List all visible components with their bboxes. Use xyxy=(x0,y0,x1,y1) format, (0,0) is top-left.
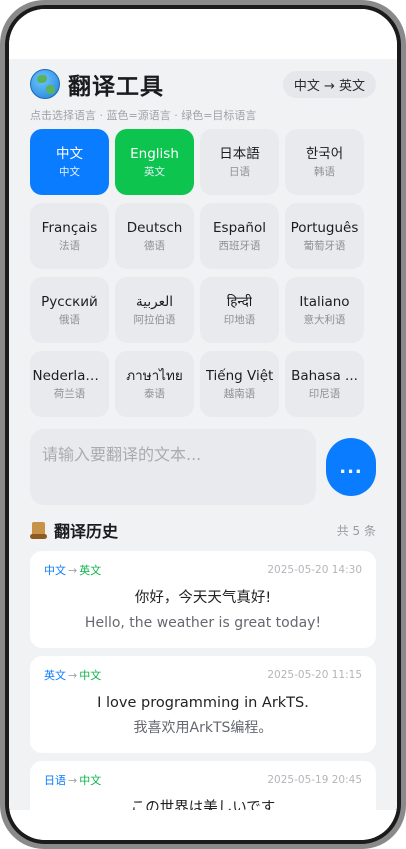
device-bezel: 翻译工具 中文 → 英文 点击选择语言 · 蓝色=源语言 · 绿色=目标语言 中… xyxy=(5,5,401,844)
language-chinese-name: 法语 xyxy=(59,240,80,252)
history-language-pair: 英文 → 中文 xyxy=(44,667,101,683)
language-card[interactable]: English 英文 xyxy=(115,129,194,195)
language-chinese-name: 葡萄牙语 xyxy=(303,240,346,252)
header: 翻译工具 中文 → 英文 xyxy=(30,59,376,109)
language-card[interactable]: 日本語 日语 xyxy=(200,129,279,195)
language-native-name: Español xyxy=(213,220,266,236)
language-native-name: English xyxy=(130,146,179,162)
language-hint: 点击选择语言 · 蓝色=源语言 · 绿色=目标语言 xyxy=(30,109,257,122)
history-original-text: 你好，今天天气真好! xyxy=(134,590,272,606)
history-meta: 中文 → 英文 2025-05-20 14:30 xyxy=(44,562,362,578)
status-bar-area xyxy=(9,9,397,59)
language-chinese-name: 中文 xyxy=(59,166,80,178)
history-list: 中文 → 英文 2025-05-20 14:30 你好，今天天气真好! Hello, th… xyxy=(30,551,376,815)
screen: 翻译工具 中文 → 英文 点击选择语言 · 蓝色=源语言 · 绿色=目标语言 中… xyxy=(9,9,397,840)
history-title: 翻译历史 xyxy=(54,522,119,541)
history-card[interactable]: 日语 → 中文 2025-05-19 20:45 この世界は美しいです xyxy=(30,761,376,815)
language-chinese-name: 俄语 xyxy=(59,314,80,326)
language-native-name: Tiếng Việt xyxy=(205,368,274,384)
language-chinese-name: 韩语 xyxy=(314,166,335,178)
history-timestamp: 2025-05-20 14:30 xyxy=(267,564,362,576)
language-chinese-name: 英文 xyxy=(144,166,165,178)
device-frame: 翻译工具 中文 → 英文 点击选择语言 · 蓝色=源语言 · 绿色=目标语言 中… xyxy=(0,0,406,849)
language-chinese-name: 西班牙语 xyxy=(218,240,261,252)
home-indicator-area xyxy=(9,810,397,840)
arrow-icon: → xyxy=(68,669,78,682)
language-chinese-name: 越南语 xyxy=(223,388,256,400)
language-card[interactable]: 한국어 韩语 xyxy=(285,129,364,195)
language-card[interactable]: Deutsch 德语 xyxy=(115,203,194,269)
history-meta: 英文 → 中文 2025-05-20 11:15 xyxy=(44,667,362,683)
language-native-name: Русский xyxy=(41,294,98,310)
language-native-name: 中文 xyxy=(56,146,83,162)
language-native-name: 한국어 xyxy=(305,146,344,162)
language-card[interactable]: हिन्दी 印地语 xyxy=(200,277,279,343)
language-card[interactable]: Français 法语 xyxy=(30,203,109,269)
history-language-pair: 日语 → 中文 xyxy=(44,772,101,788)
scroll-icon xyxy=(30,521,47,539)
language-chinese-name: 印地语 xyxy=(223,314,256,326)
page-title: 翻译工具 xyxy=(68,74,164,100)
arrow-icon: → xyxy=(68,774,78,787)
language-chinese-name: 印尼语 xyxy=(308,388,341,400)
history-translated-text: Hello, the weather is great today! xyxy=(84,615,322,631)
app-content: 翻译工具 中文 → 英文 点击选择语言 · 蓝色=源语言 · 绿色=目标语言 中… xyxy=(9,59,397,815)
history-source-lang: 英文 xyxy=(44,669,66,682)
history-source-lang: 中文 xyxy=(44,564,66,577)
history-target-lang: 中文 xyxy=(79,774,102,787)
scroll-icon-roll xyxy=(30,534,47,539)
language-native-name: ภาษาไทย xyxy=(126,368,183,384)
language-chinese-name: 阿拉伯语 xyxy=(133,314,176,326)
history-timestamp: 2025-05-19 20:45 xyxy=(267,774,362,786)
language-native-name: Italiano xyxy=(299,294,350,310)
history-count: 共 5 条 xyxy=(336,523,376,538)
language-card[interactable]: Português 葡萄牙语 xyxy=(285,203,364,269)
history-meta: 日语 → 中文 2025-05-19 20:45 xyxy=(44,772,362,788)
language-card[interactable]: Tiếng Việt 越南语 xyxy=(200,351,279,417)
history-translated-text: 我喜欢用ArkTS编程。 xyxy=(133,720,273,736)
language-card[interactable]: Русский 俄语 xyxy=(30,277,109,343)
language-card[interactable]: Nederlands 荷兰语 xyxy=(30,351,109,417)
language-native-name: العربية xyxy=(136,294,173,310)
history-header: 翻译历史 共 5 条 xyxy=(30,517,376,543)
arrow-icon: → xyxy=(68,564,78,577)
language-pair-badge[interactable]: 中文 → 英文 xyxy=(282,70,376,98)
history-original-text: I love programming in ArkTS. xyxy=(97,695,309,711)
language-chinese-name: 日语 xyxy=(229,166,250,178)
language-card[interactable]: Italiano 意大利语 xyxy=(285,277,364,343)
language-chinese-name: 泰语 xyxy=(144,388,165,400)
language-grid: 中文 中文 English 英文 日本語 日语 한국어 韩语 Français 法语 Deutsch… xyxy=(30,129,376,417)
translate-button[interactable]: ... xyxy=(326,438,376,496)
history-timestamp: 2025-05-20 11:15 xyxy=(267,669,362,681)
language-chinese-name: 荷兰语 xyxy=(53,388,86,400)
history-target-lang: 中文 xyxy=(79,669,102,682)
language-card[interactable]: Español 西班牙语 xyxy=(200,203,279,269)
language-chinese-name: 意大利语 xyxy=(303,314,346,326)
language-native-name: Deutsch xyxy=(126,220,183,236)
history-target-lang: 英文 xyxy=(79,564,102,577)
language-card[interactable]: العربية 阿拉伯语 xyxy=(115,277,194,343)
history-language-pair: 中文 → 英文 xyxy=(44,562,101,578)
translate-input[interactable] xyxy=(30,429,316,505)
language-card[interactable]: ภาษาไทย 泰语 xyxy=(115,351,194,417)
language-native-name: Bahasa ... xyxy=(291,368,358,384)
language-chinese-name: 德语 xyxy=(144,240,165,252)
language-card[interactable]: 中文 中文 xyxy=(30,129,109,195)
history-card[interactable]: 中文 → 英文 2025-05-20 14:30 你好，今天天气真好! Hello, th… xyxy=(30,551,376,648)
input-row: ... xyxy=(30,429,376,505)
language-native-name: Nederlands xyxy=(32,368,107,384)
history-title-wrap: 翻译历史 xyxy=(30,518,118,542)
language-card[interactable]: Bahasa ... 印尼语 xyxy=(285,351,364,417)
title-wrap: 翻译工具 xyxy=(30,67,164,101)
language-native-name: Português xyxy=(290,220,359,236)
history-source-lang: 日语 xyxy=(44,774,66,787)
language-native-name: हिन्दी xyxy=(226,294,253,310)
globe-icon xyxy=(30,69,60,99)
language-native-name: 日本語 xyxy=(219,146,260,162)
history-card[interactable]: 英文 → 中文 2025-05-20 11:15 I love programming … xyxy=(30,656,376,753)
language-native-name: Français xyxy=(41,220,98,236)
